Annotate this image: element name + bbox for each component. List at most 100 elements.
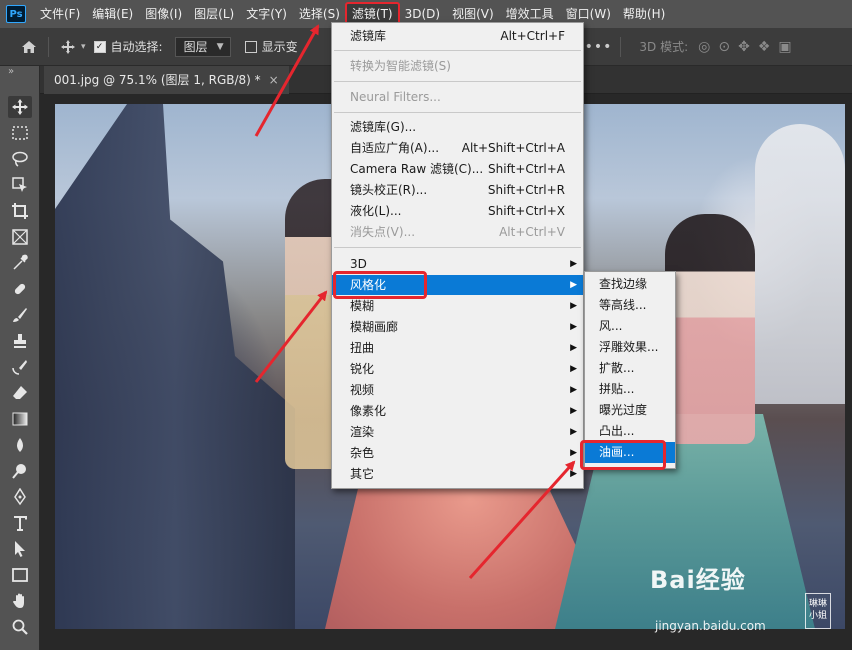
submenu-item-find-edges[interactable]: 查找边缘 — [585, 274, 675, 295]
gradient-tool-icon[interactable] — [8, 408, 32, 430]
menu-item-lens-correction[interactable]: 镜头校正(R)... Shift+Ctrl+R — [332, 180, 583, 200]
white-stupa-shape — [755, 124, 845, 404]
menu-edit[interactable]: 编辑(E) — [86, 3, 139, 25]
menu-file[interactable]: 文件(F) — [34, 3, 86, 25]
layer-select[interactable]: 图层 ▼ — [174, 36, 231, 57]
menu-item-filter-gallery-last[interactable]: 滤镜库 Alt+Ctrl+F — [332, 26, 583, 46]
submenu-item-tiles[interactable]: 拼贴... — [585, 379, 675, 400]
menu-separator — [334, 112, 581, 113]
author-stamp: 琳琳小姐 — [805, 593, 831, 629]
submenu-item-emboss[interactable]: 浮雕效果... — [585, 337, 675, 358]
chevron-down-icon[interactable]: ▾ — [81, 42, 86, 52]
menu-item-shortcut: Shift+Ctrl+R — [487, 183, 565, 197]
stone-stupa-shape — [55, 104, 295, 629]
auto-select-checkbox[interactable]: ✓ — [93, 40, 106, 53]
submenu-arrow-icon: ▶ — [570, 406, 577, 416]
move-tool-icon[interactable] — [57, 36, 79, 58]
right-figure-shape — [665, 214, 755, 444]
history-brush-tool-icon[interactable] — [8, 356, 32, 378]
crop-tool-icon[interactable] — [8, 200, 32, 222]
submenu-item-contour[interactable]: 等高线... — [585, 295, 675, 316]
menu-item-label: 扭曲 — [350, 341, 375, 355]
zoom-tool-icon[interactable] — [8, 616, 32, 638]
submenu-arrow-icon: ▶ — [570, 427, 577, 437]
eraser-tool-icon[interactable] — [8, 382, 32, 404]
menu-item-shortcut: Alt+Ctrl+V — [499, 225, 565, 239]
menu-item-label: Neural Filters... — [350, 90, 441, 104]
menu-item-camera-raw[interactable]: Camera Raw 滤镜(C)... Shift+Ctrl+A — [332, 159, 583, 179]
menu-item-label: 杂色 — [350, 446, 375, 460]
submenu-arrow-icon: ▶ — [570, 385, 577, 395]
chevron-down-icon: ▼ — [216, 41, 224, 52]
submenu-item-extrude[interactable]: 凸出... — [585, 421, 675, 442]
divider — [620, 36, 622, 57]
scale-3d-icon[interactable]: ▣ — [778, 39, 791, 55]
annotation-box-oil-paint — [580, 440, 666, 470]
menu-item-shortcut: Alt+Shift+Ctrl+A — [461, 141, 565, 155]
auto-select-label: 自动选择: — [110, 40, 163, 54]
eyedropper-tool-icon[interactable] — [8, 252, 32, 274]
menu-item-blur[interactable]: 模糊 ▶ — [332, 296, 583, 316]
menu-item-liquify[interactable]: 液化(L)... Shift+Ctrl+X — [332, 201, 583, 221]
submenu-item-solarize[interactable]: 曝光过度 — [585, 400, 675, 421]
menu-item-video[interactable]: 视频 ▶ — [332, 380, 583, 400]
rectangle-tool-icon[interactable] — [8, 564, 32, 586]
3d-mode-label: 3D 模式: — [639, 40, 689, 54]
menu-item-blur-gallery[interactable]: 模糊画廊 ▶ — [332, 317, 583, 337]
dodge-tool-icon[interactable] — [8, 460, 32, 482]
menu-separator — [334, 81, 581, 82]
menu-item-label: 像素化 — [350, 404, 387, 418]
brush-tool-icon[interactable] — [8, 304, 32, 326]
menu-item-filter-gallery[interactable]: 滤镜库(G)... — [332, 117, 583, 137]
show-transform-checkbox[interactable] — [244, 40, 257, 53]
menu-item-pixelate[interactable]: 像素化 ▶ — [332, 401, 583, 421]
lasso-tool-icon[interactable] — [8, 148, 32, 170]
marquee-tool-icon[interactable] — [8, 122, 32, 144]
submenu-item-wind[interactable]: 风... — [585, 316, 675, 337]
healing-brush-tool-icon[interactable] — [8, 278, 32, 300]
submenu-item-diffuse[interactable]: 扩散... — [585, 358, 675, 379]
pan-3d-icon[interactable]: ✥ — [738, 39, 750, 55]
submenu-arrow-icon: ▶ — [570, 259, 577, 269]
more-options-icon[interactable]: ••• — [585, 39, 613, 55]
submenu-arrow-icon: ▶ — [570, 280, 577, 290]
document-tab[interactable]: 001.jpg @ 75.1% (图层 1, RGB/8) * × — [44, 66, 289, 94]
3d-mode-tools: ◎ ⊙ ✥ ❖ ▣ — [698, 39, 791, 55]
menu-item-label: 视频 — [350, 383, 375, 397]
slide-3d-icon[interactable]: ❖ — [758, 39, 771, 55]
submenu-arrow-icon: ▶ — [570, 448, 577, 458]
path-selection-tool-icon[interactable] — [8, 538, 32, 560]
menu-item-adaptive-wide-angle[interactable]: 自适应广角(A)... Alt+Shift+Ctrl+A — [332, 138, 583, 158]
menu-item-noise[interactable]: 杂色 ▶ — [332, 443, 583, 463]
object-select-tool-icon[interactable] — [8, 174, 32, 196]
menu-image[interactable]: 图像(I) — [139, 3, 188, 25]
show-transform-label: 显示变 — [261, 40, 298, 54]
menu-item-shortcut: Shift+Ctrl+A — [488, 162, 565, 176]
menu-item-label: 锐化 — [350, 362, 375, 376]
hand-tool-icon[interactable] — [8, 590, 32, 612]
orbit-3d-icon[interactable]: ◎ — [698, 39, 710, 55]
menu-item-render[interactable]: 渲染 ▶ — [332, 422, 583, 442]
menu-layer[interactable]: 图层(L) — [188, 3, 240, 25]
move-tool-icon[interactable] — [8, 96, 32, 118]
menu-item-label: 消失点(V)... — [350, 225, 416, 239]
home-icon[interactable] — [18, 36, 40, 58]
blur-tool-icon[interactable] — [8, 434, 32, 456]
roll-3d-icon[interactable]: ⊙ — [718, 39, 730, 55]
close-icon[interactable]: × — [269, 66, 279, 94]
tools-panel: » — [0, 66, 40, 650]
frame-tool-icon[interactable] — [8, 226, 32, 248]
stamp-tool-icon[interactable] — [8, 330, 32, 352]
menu-help[interactable]: 帮助(H) — [617, 3, 671, 25]
submenu-arrow-icon: ▶ — [570, 322, 577, 332]
menu-item-sharpen[interactable]: 锐化 ▶ — [332, 359, 583, 379]
type-tool-icon[interactable] — [8, 512, 32, 534]
pen-tool-icon[interactable] — [8, 486, 32, 508]
collapse-panel-icon[interactable]: » — [8, 66, 14, 77]
menu-type[interactable]: 文字(Y) — [240, 3, 293, 25]
annotation-box-stylize — [333, 271, 427, 299]
menu-item-distort[interactable]: 扭曲 ▶ — [332, 338, 583, 358]
menu-item-convert-smart-filter: 转换为智能滤镜(S) — [332, 56, 583, 76]
submenu-arrow-icon: ▶ — [570, 343, 577, 353]
menu-item-other[interactable]: 其它 ▶ — [332, 464, 583, 484]
